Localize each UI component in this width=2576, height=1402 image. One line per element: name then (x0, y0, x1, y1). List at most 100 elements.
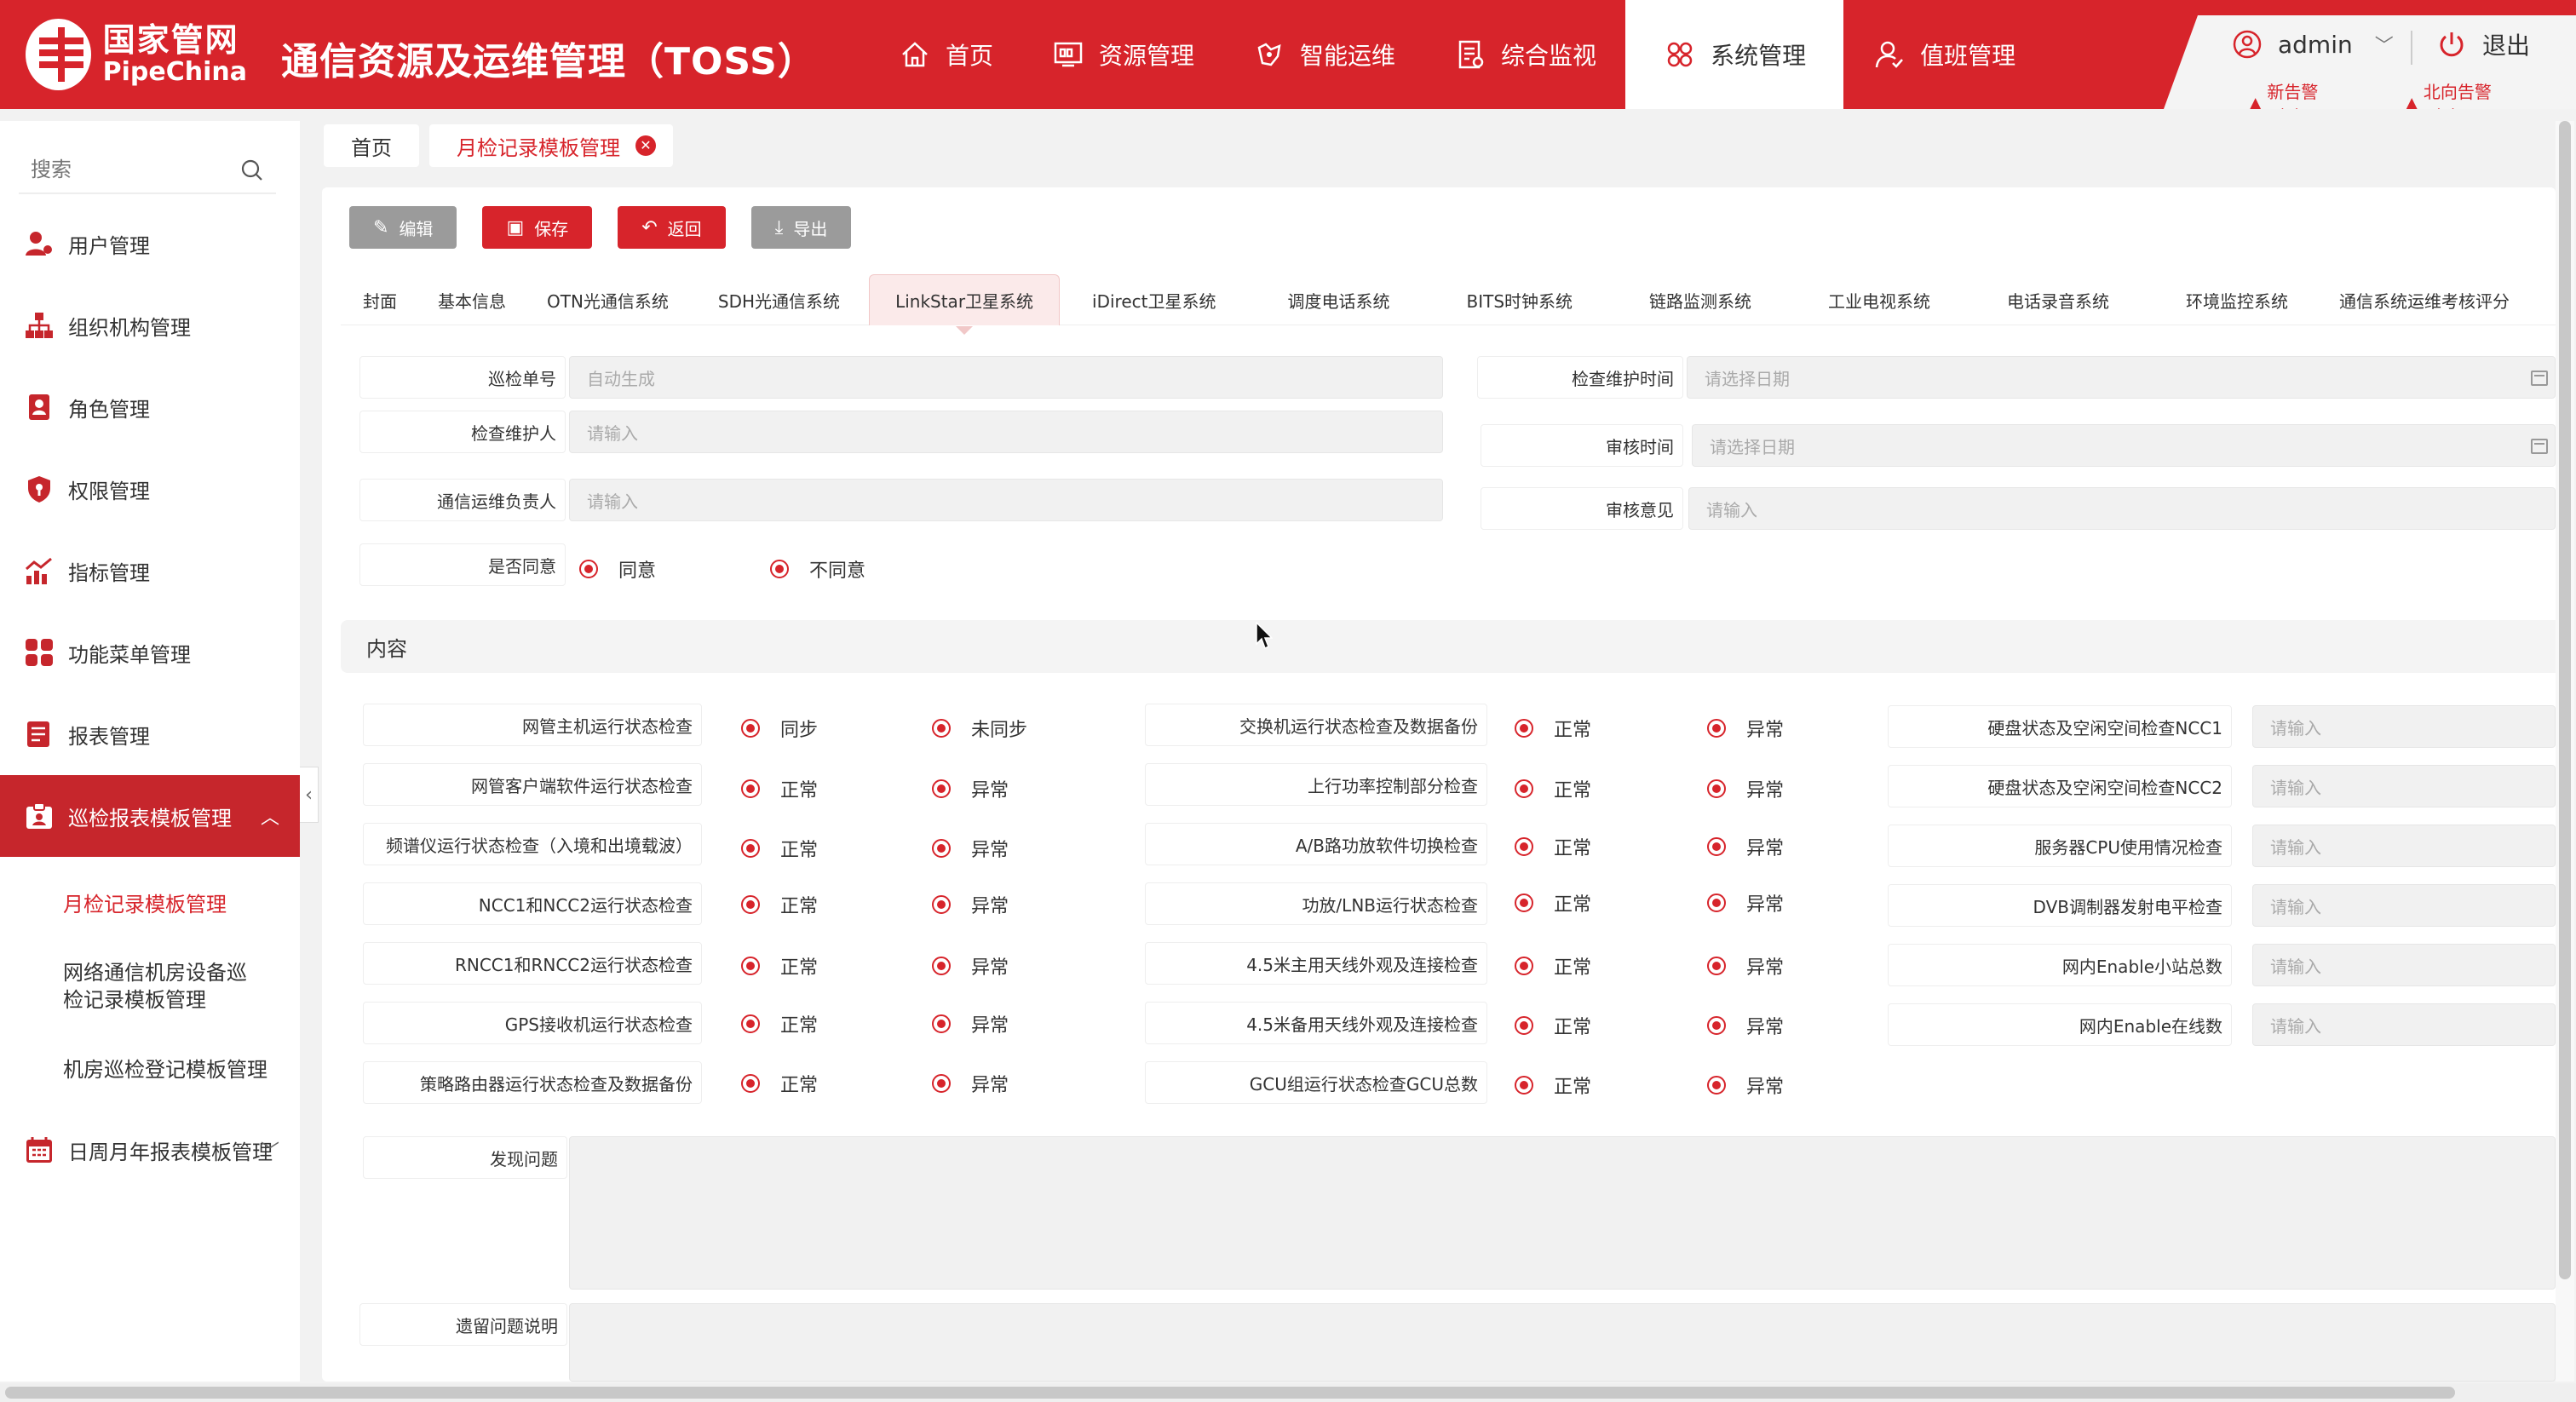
check-item-opt2-radio[interactable]: 异常 (932, 1070, 1009, 1097)
sidebar-item-org[interactable]: 组织机构管理 (0, 284, 300, 366)
scrollbar-thumb[interactable] (5, 1387, 2455, 1399)
edit-button[interactable]: ✎ 编辑 (349, 206, 457, 249)
nav-duty[interactable]: 值班管理 (1843, 0, 2044, 109)
search-input[interactable] (19, 147, 223, 192)
check-item-input[interactable]: 请输入 (2252, 705, 2556, 748)
check-item-opt2-radio[interactable]: 异常 (1707, 1012, 1784, 1039)
agree-yes-radio[interactable]: 同意 (579, 555, 656, 583)
save-button[interactable]: ▣ 保存 (482, 206, 593, 249)
pipechina-logo[interactable]: 国家管网 PipeChina (26, 19, 247, 90)
sidebar-item-inspection-templates[interactable]: 巡检报表模板管理 ︿ (0, 775, 300, 857)
issues-textarea[interactable] (569, 1136, 2556, 1290)
check-item-opt1-radio[interactable]: 正常 (741, 952, 818, 980)
check-item-opt2-radio[interactable]: 异常 (932, 775, 1009, 802)
check-item-opt1-radio[interactable]: 正常 (741, 775, 818, 802)
check-item-opt1-radio[interactable]: 正常 (741, 1070, 818, 1097)
check-item-opt2-radio[interactable]: 异常 (1707, 952, 1784, 980)
tab-idirect[interactable]: iDirect卫星系统 (1060, 274, 1253, 325)
nav-monitor[interactable]: 综合监视 (1424, 0, 1625, 109)
tab-assessment[interactable]: 通信系统运维考核评分 (2314, 274, 2527, 325)
check-item-input[interactable]: 请输入 (2252, 1003, 2556, 1046)
export-button[interactable]: ⤓ 导出 (750, 206, 852, 249)
maintainer-field[interactable]: 请输入 (569, 411, 1443, 453)
review-time-field[interactable]: 请选择日期 (1692, 424, 2556, 467)
check-item-opt1-radio[interactable]: 正常 (1515, 952, 1591, 980)
tab-environment[interactable]: 环境监控系统 (2152, 274, 2314, 325)
back-button[interactable]: ↶ 返回 (618, 206, 726, 249)
tab-dispatch-phone[interactable]: 调度电话系统 (1254, 274, 1433, 325)
check-item-opt2-radio[interactable]: 异常 (932, 835, 1009, 862)
check-item-opt2-radio[interactable]: 异常 (932, 891, 1009, 918)
check-item-opt1-radio[interactable]: 正常 (741, 891, 818, 918)
role-icon (29, 394, 49, 420)
edit-icon: ✎ (373, 216, 389, 238)
sidebar-subitem-label: 网络通信机房设备巡检记录模板管理 (63, 961, 247, 1012)
search-icon[interactable] (240, 158, 264, 182)
sidebar-item-periodic-templates[interactable]: 日周月年报表模板管理 ﹀ (0, 1109, 300, 1191)
nav-system[interactable]: 系统管理 (1625, 0, 1844, 109)
page-tab-home[interactable]: 首页 (324, 124, 419, 167)
check-item-opt2-radio[interactable]: 未同步 (932, 715, 1027, 742)
tab-otn[interactable]: OTN光通信系统 (530, 274, 698, 325)
scrollbar-thumb[interactable] (2559, 121, 2571, 1279)
check-item-opt1-radio[interactable]: 正常 (1515, 715, 1591, 742)
check-item-opt2-radio[interactable]: 异常 (932, 952, 1009, 980)
sidebar-item-reports[interactable]: 报表管理 (0, 693, 300, 775)
check-item-opt1-radio[interactable]: 正常 (741, 835, 818, 862)
check-item-input[interactable]: 请输入 (2252, 944, 2556, 986)
tab-basic-info[interactable]: 基本信息 (421, 274, 530, 325)
close-icon[interactable]: ✕ (635, 135, 656, 156)
agree-no-radio[interactable]: 不同意 (770, 555, 865, 583)
check-item-opt1-radio[interactable]: 同步 (741, 715, 818, 742)
page-tab-monthly[interactable]: 月检记录模板管理 ✕ (429, 124, 673, 167)
sidebar-subitem-monthly[interactable]: 月检记录模板管理 (0, 857, 300, 947)
inspect-no-field[interactable]: 自动生成 (569, 356, 1443, 399)
tab-bits-clock[interactable]: BITS时钟系统 (1433, 274, 1616, 325)
review-opinion-field[interactable]: 请输入 (1688, 487, 2556, 530)
check-item-opt1-radio[interactable]: 正常 (1515, 833, 1591, 860)
check-item-opt2-radio[interactable]: 异常 (1707, 833, 1784, 860)
check-item-input[interactable]: 请输入 (2252, 884, 2556, 927)
check-item-label: 交换机运行状态检查及数据备份 (1145, 704, 1487, 746)
tab-industrial-tv[interactable]: 工业电视系统 (1794, 274, 1973, 325)
tab-label: 调度电话系统 (1287, 290, 1390, 312)
horizontal-scrollbar[interactable] (0, 1383, 2576, 1402)
owner-field[interactable]: 请输入 (569, 479, 1443, 521)
remaining-issues-textarea[interactable] (569, 1303, 2556, 1382)
user-menu[interactable]: admin ﹀ (2232, 29, 2394, 60)
sidebar-subitem-network-room[interactable]: 网络通信机房设备巡检记录模板管理 (0, 947, 300, 1026)
check-item-opt1-radio[interactable]: 正常 (1515, 775, 1591, 802)
new-alert-link[interactable]: ▲ 新告警（2） (2249, 78, 2346, 109)
tab-cover[interactable]: 封面 (341, 274, 421, 325)
sidebar-subitem-label: 月检记录模板管理 (63, 892, 227, 916)
check-item-input[interactable]: 请输入 (2252, 825, 2556, 867)
sidebar-subitem-room-inspection[interactable]: 机房巡检登记模板管理 (0, 1026, 300, 1109)
tab-sdh[interactable]: SDH光通信系统 (698, 274, 869, 325)
nav-maintenance[interactable]: 智能运维 (1223, 0, 1424, 109)
sidebar-item-users[interactable]: 用户管理 (0, 203, 300, 284)
maint-time-field[interactable]: 请选择日期 (1687, 356, 2556, 399)
check-item-opt2-radio[interactable]: 异常 (1707, 889, 1784, 916)
check-item-opt2-radio[interactable]: 异常 (1707, 775, 1784, 802)
vertical-scrollbar[interactable] (2556, 121, 2574, 1382)
sidebar-item-roles[interactable]: 角色管理 (0, 366, 300, 448)
north-alert-link[interactable]: ▲ 北向告警（5） (2406, 78, 2516, 109)
check-item-opt1-radio[interactable]: 正常 (1515, 1012, 1591, 1039)
sidebar-item-metrics[interactable]: 指标管理 (0, 530, 300, 612)
sidebar-item-menus[interactable]: 功能菜单管理 (0, 612, 300, 693)
check-item-opt2-radio[interactable]: 异常 (1707, 715, 1784, 742)
check-item-opt1-radio[interactable]: 正常 (741, 1010, 818, 1037)
check-item-opt1-radio[interactable]: 正常 (1515, 1072, 1591, 1099)
logout-button[interactable]: 退出 (2436, 27, 2530, 61)
nav-home[interactable]: 首页 (869, 0, 1022, 109)
sidebar-collapse-button[interactable]: ‹ (300, 767, 319, 823)
check-item-opt1-radio[interactable]: 正常 (1515, 889, 1591, 916)
sidebar-item-permissions[interactable]: 权限管理 (0, 448, 300, 530)
check-item-opt2-radio[interactable]: 异常 (1707, 1072, 1784, 1099)
tab-linkstar[interactable]: LinkStar卫星系统 (869, 274, 1061, 335)
check-item-input[interactable]: 请输入 (2252, 765, 2556, 807)
tab-link-monitor[interactable]: 链路监测系统 (1615, 274, 1794, 325)
nav-resource[interactable]: 资源管理 (1022, 0, 1223, 109)
tab-phone-recording[interactable]: 电话录音系统 (1973, 274, 2152, 325)
check-item-opt2-radio[interactable]: 异常 (932, 1010, 1009, 1037)
